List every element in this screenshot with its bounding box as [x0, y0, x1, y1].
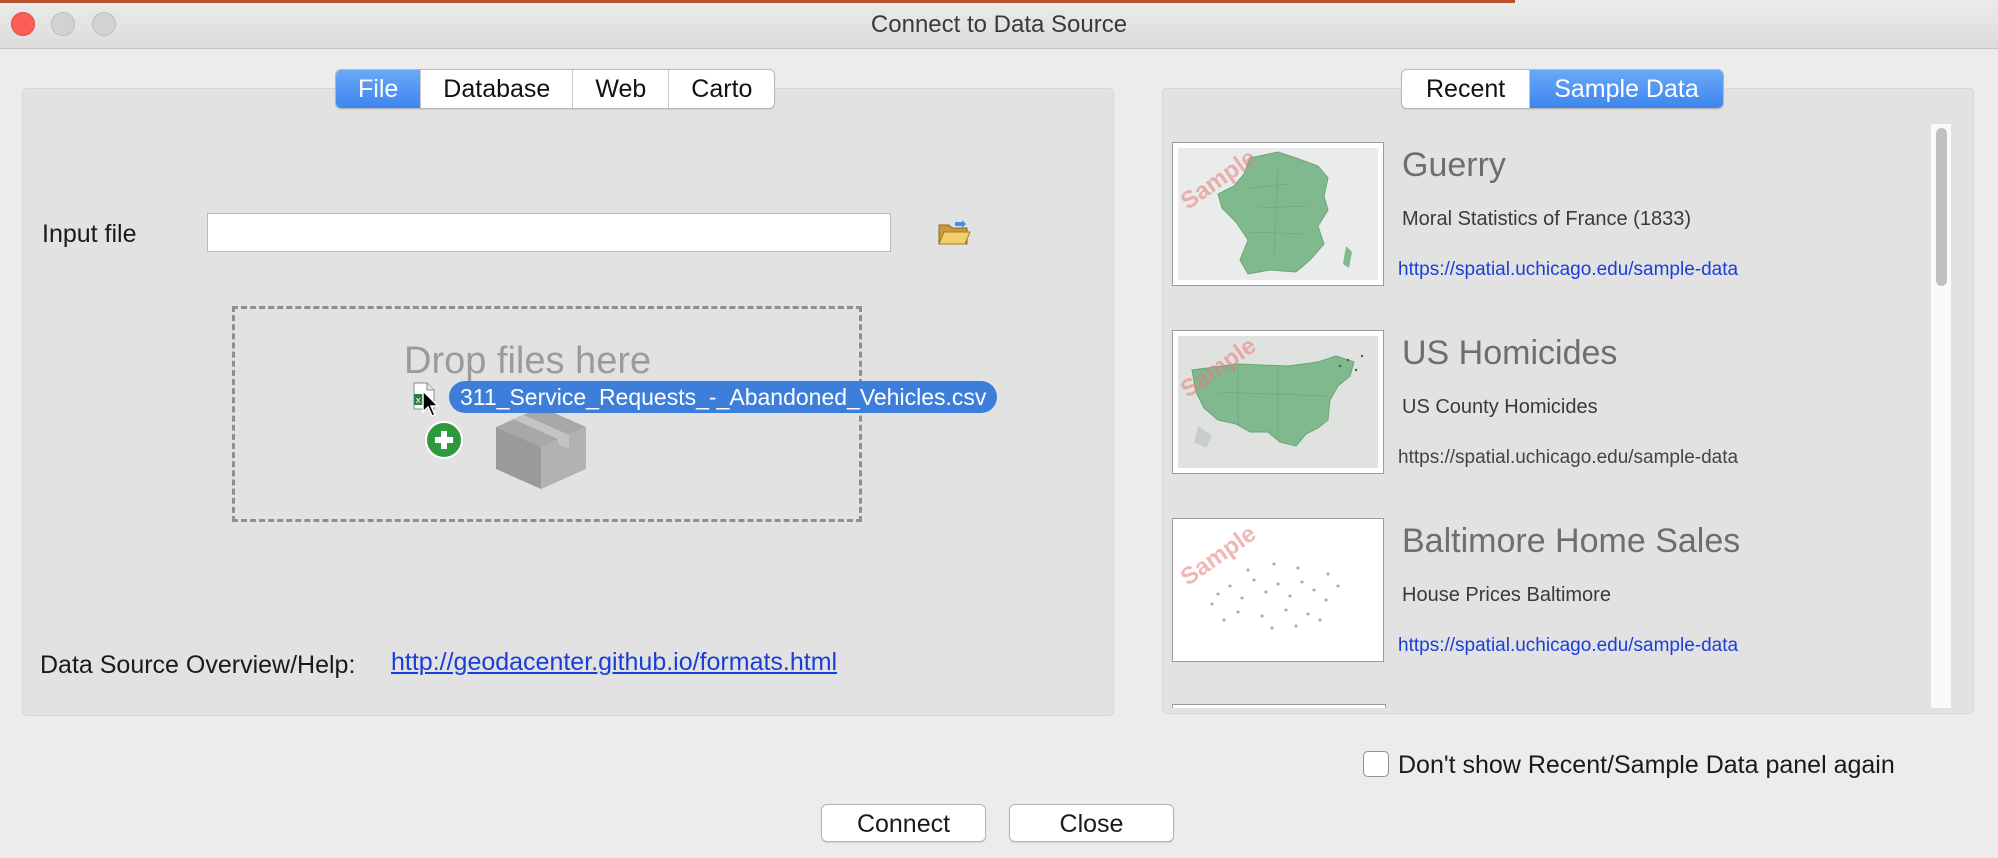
sample-item-us-homicides[interactable]: Sample US Homicides US County Homicides … [1172, 330, 1912, 480]
tab-database[interactable]: Database [421, 70, 574, 108]
sample-item-baltimore-home-sales[interactable]: Sample Baltimore Home Sales House Prices… [1172, 518, 1912, 668]
package-box-icon [494, 405, 588, 496]
drop-files-text: Drop files here [404, 340, 652, 382]
open-folder-icon[interactable] [937, 220, 971, 253]
baltimore-thumbnail[interactable]: Sample [1172, 518, 1384, 662]
baltimore-points-image [1178, 524, 1378, 656]
sample-title: Baltimore Home Sales [1402, 522, 1741, 560]
scrollbar-thumb[interactable] [1936, 128, 1947, 286]
us-map-image [1178, 336, 1378, 468]
sample-item-guerry[interactable]: Sample Guerry Moral Statistics of France… [1172, 142, 1912, 292]
sample-item-partial[interactable] [1172, 704, 1386, 708]
sample-link[interactable]: https://spatial.uchicago.edu/sample-data [1398, 259, 1738, 281]
recent-sample-tabs: Recent Sample Data [1401, 69, 1724, 109]
source-type-tabs: File Database Web Carto [335, 69, 776, 109]
input-file-field[interactable] [207, 213, 891, 252]
title-bar: Connect to Data Source [0, 0, 1998, 49]
us-homicides-thumbnail[interactable]: Sample [1172, 330, 1384, 474]
dont-show-panel-label: Don't show Recent/Sample Data panel agai… [1398, 751, 1895, 779]
sample-description: US County Homicides [1402, 396, 1598, 418]
svg-text:x: x [416, 396, 422, 406]
sample-link[interactable]: https://spatial.uchicago.edu/sample-data [1398, 635, 1738, 657]
guerry-thumbnail[interactable]: Sample [1172, 142, 1384, 286]
sample-data-list: Sample Guerry Moral Statistics of France… [1167, 124, 1923, 708]
help-link[interactable]: http://geodacenter.github.io/formats.htm… [391, 648, 837, 677]
france-map-image [1178, 148, 1378, 280]
sample-title: Guerry [1402, 146, 1506, 184]
dragged-file-label: 311_Service_Requests_-_Abandoned_Vehicle… [449, 381, 998, 413]
dont-show-panel-checkbox[interactable] [1363, 751, 1389, 777]
tab-recent[interactable]: Recent [1402, 70, 1531, 108]
sample-description: Moral Statistics of France (1833) [1402, 208, 1691, 230]
tab-web[interactable]: Web [573, 70, 670, 108]
tab-carto[interactable]: Carto [669, 70, 774, 108]
input-file-label: Input file [42, 220, 137, 248]
window-title: Connect to Data Source [870, 11, 1128, 38]
close-button[interactable]: Close [1009, 804, 1174, 842]
drag-copy-plus-icon [424, 420, 464, 465]
sample-link[interactable]: https://spatial.uchicago.edu/sample-data [1398, 447, 1738, 469]
sample-list-scrollbar[interactable] [1930, 124, 1951, 708]
connect-button[interactable]: Connect [821, 804, 986, 842]
sample-title: US Homicides [1402, 334, 1618, 372]
tab-sample-data[interactable]: Sample Data [1530, 70, 1723, 108]
mouse-pointer-icon [422, 389, 440, 423]
sample-description: House Prices Baltimore [1402, 584, 1611, 606]
tab-file[interactable]: File [336, 70, 422, 108]
help-label: Data Source Overview/Help: [40, 651, 356, 679]
